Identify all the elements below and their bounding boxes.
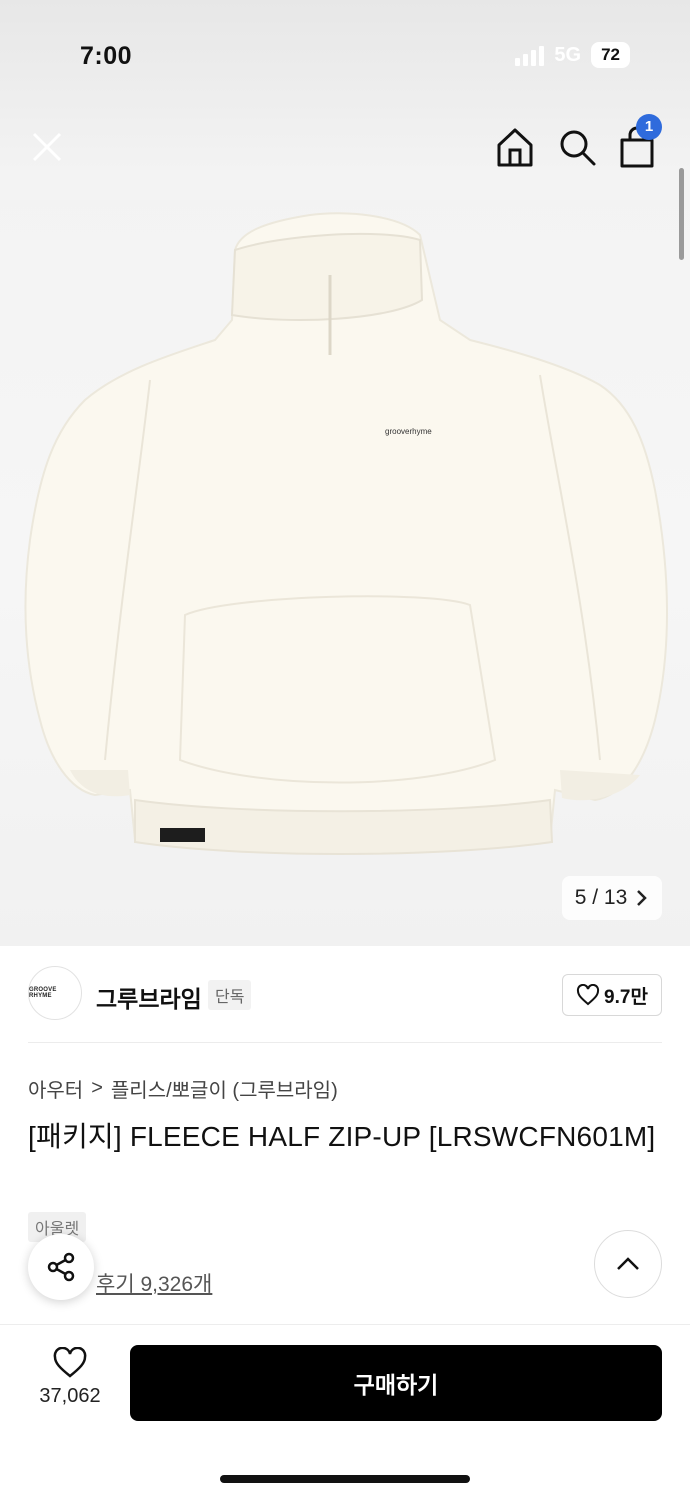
- review-link[interactable]: 후기 9,326개: [96, 1268, 212, 1298]
- share-button[interactable]: [28, 1234, 94, 1300]
- heart-icon: [577, 984, 600, 1006]
- home-icon: [497, 128, 533, 167]
- product-title: [패키지] FLEECE HALF ZIP-UP [LRSWCFN601M]: [28, 1121, 656, 1152]
- wishlist-button[interactable]: 37,062: [28, 1347, 112, 1427]
- exclusive-badge: 단독: [208, 980, 252, 1010]
- share-icon: [47, 1252, 75, 1282]
- image-counter-label: 5 / 13: [574, 886, 628, 909]
- buy-button[interactable]: 구매하기: [130, 1345, 662, 1421]
- shopping-bag-button[interactable]: 1: [612, 114, 662, 172]
- status-icons: 5G 72: [515, 42, 630, 68]
- breadcrumb-separator: >: [91, 1077, 103, 1099]
- breadcrumb: 아우터 > 플리스/뽀글이 (그루브라임): [28, 1074, 338, 1103]
- product-image[interactable]: grooverhyme: [0, 190, 690, 870]
- brand-like-count: 9.7만: [604, 986, 648, 1008]
- home-indicator: [220, 1475, 470, 1483]
- brand-row: GROOVE RHYME 그루브라임 단독 9.7만: [28, 966, 662, 1022]
- scroll-to-top-button[interactable]: [594, 1230, 662, 1298]
- brand-like-button[interactable]: 9.7만: [562, 974, 662, 1016]
- home-button[interactable]: [490, 122, 540, 172]
- product-hero: 7:00 5G 72 1 grooverhyme 5 / 13: [0, 0, 690, 946]
- brand-name[interactable]: 그루브라임: [96, 980, 202, 1014]
- status-time: 7:00: [80, 42, 133, 70]
- brand-logo-text: GROOVE RHYME: [29, 987, 57, 999]
- image-counter[interactable]: 5 / 13: [562, 876, 662, 920]
- chevron-right-icon: [637, 890, 648, 906]
- brand-logo[interactable]: GROOVE RHYME: [28, 966, 82, 1020]
- cart-count-badge: 1: [636, 114, 662, 140]
- chevron-up-icon: [617, 1257, 639, 1270]
- divider: [28, 1042, 662, 1043]
- close-icon: [32, 132, 62, 162]
- network-label: 5G: [554, 43, 582, 66]
- bottom-action-bar: 37,062 구매하기: [0, 1324, 690, 1500]
- signal-icon: [515, 44, 545, 66]
- chest-logo-text: grooverhyme: [385, 427, 432, 436]
- breadcrumb-category[interactable]: 아우터: [28, 1074, 83, 1103]
- battery-level: 72: [591, 42, 630, 68]
- search-icon: [560, 130, 596, 166]
- search-button[interactable]: [552, 122, 602, 172]
- breadcrumb-subcategory[interactable]: 플리스/뽀글이 (그루브라임): [111, 1074, 338, 1103]
- wishlist-count: 37,062: [39, 1385, 101, 1407]
- close-button[interactable]: [22, 122, 72, 172]
- heart-outline-icon: [53, 1347, 87, 1378]
- status-bar: 7:00 5G 72: [0, 0, 690, 110]
